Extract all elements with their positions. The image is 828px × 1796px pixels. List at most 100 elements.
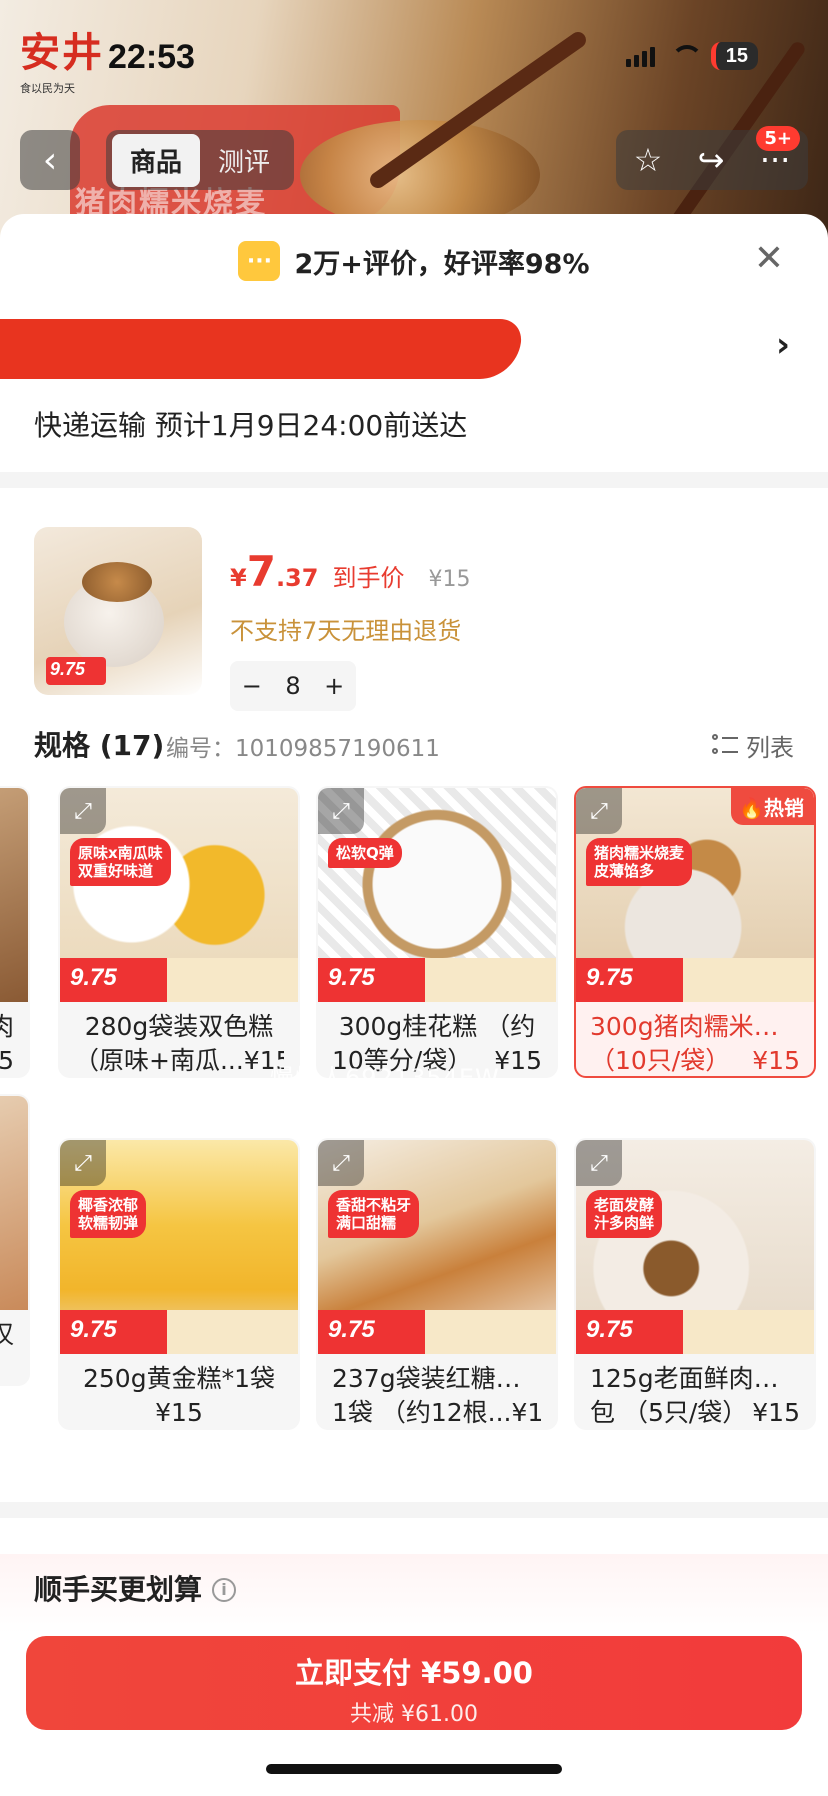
nav-actions: ☆ ↪ ··· 5+	[616, 126, 808, 190]
expand-icon[interactable]: ⤢	[60, 788, 106, 834]
card-promo: 原味x南瓜味 双重好味道	[70, 838, 171, 886]
card-title: 300g桂花糕 （约	[338, 1012, 536, 1041]
address-row[interactable]: ›	[0, 319, 828, 389]
expand-icon[interactable]: ⤢	[60, 1140, 106, 1186]
card-price-tag-value: 9.75	[328, 964, 375, 991]
pay-discount-label: 共减 ¥61.00	[350, 1702, 478, 1727]
nav-bar: ‹ 商品 测评 ☆ ↪ ··· 5+	[0, 126, 828, 190]
upsell-section: 顺手买更划算 i	[0, 1554, 828, 1634]
selected-product: 9.75 ¥ 7 .37 到手价 ¥15 不支持7天无理由退货 − 8 +	[34, 527, 794, 711]
card-price: ¥15	[494, 1046, 542, 1075]
share-icon[interactable]: ↪	[698, 141, 725, 179]
review-summary[interactable]: ··· 2万+评价，好评率98% ✕	[0, 236, 828, 286]
watermark: 慢慢人6921354EW	[270, 1064, 500, 1092]
product-hero-image: 安井 食以民为天 猪肉糯米烧麦	[0, 0, 828, 240]
card-subtitle: ¥15	[74, 1396, 284, 1428]
spec-card[interactable]: ⤢ 香甜不粘牙 满口甜糯 9.75 237g袋装红糖糍粑 1袋 （约12根...…	[316, 1138, 558, 1430]
card-promo: 老面发酵 汁多肉鲜	[586, 1190, 663, 1238]
tab-review[interactable]: 测评	[200, 134, 288, 187]
card-price-tag: 9.75	[576, 1310, 814, 1354]
card-price-tag-value: 9.75	[70, 964, 117, 991]
quantity-stepper: − 8 +	[230, 661, 356, 711]
card-price-tag-value: 9.75	[70, 1316, 117, 1343]
redacted-address	[0, 319, 525, 379]
card-title-line2: （原味+南瓜...	[74, 1046, 244, 1075]
fire-icon: 🔥	[739, 796, 764, 820]
spec-card[interactable]: ⤢ 老面发酵 汁多肉鲜 9.75 125g老面鲜肉小笼 包 （5只/袋） ¥15	[574, 1138, 816, 1430]
product-thumbnail[interactable]: 9.75	[34, 527, 202, 695]
card-title: 300g猪肉糯米烧麦	[590, 1012, 800, 1041]
chevron-right-icon[interactable]: ›	[776, 325, 790, 365]
star-icon[interactable]: ☆	[634, 141, 663, 179]
brand-slogan: 食以民为天	[20, 82, 75, 95]
card-promo: 椰香浓郁 软糯韧弹	[70, 1190, 147, 1238]
expand-icon[interactable]: ⤢	[318, 1140, 364, 1186]
spec-code: 编号：10109857190611	[166, 736, 440, 762]
price-label: 到手价	[332, 564, 405, 592]
expand-icon[interactable]: ⤢	[576, 788, 622, 834]
list-icon	[712, 733, 738, 758]
section-divider	[0, 472, 828, 488]
back-button[interactable]: ‹	[20, 130, 80, 190]
tab-product[interactable]: 商品	[112, 133, 201, 187]
spec-card-partial[interactable]: 汉	[0, 1094, 30, 1386]
expand-icon[interactable]: ⤢	[576, 1140, 622, 1186]
card-price: ¥15	[155, 1398, 203, 1427]
battery-indicator: 15	[710, 42, 758, 70]
card-price: ¥15	[752, 1398, 800, 1427]
spec-card-selected[interactable]: ⤢ 猪肉糯米烧麦 皮薄馅多 🔥热销 9.75 300g猪肉糯米烧麦 （10只/袋…	[574, 786, 816, 1078]
expand-icon[interactable]: ⤢	[318, 788, 364, 834]
purchase-sheet: ··· 2万+评价，好评率98% ✕ › 快递运输 预计1月9日24:00前送达…	[0, 214, 828, 1796]
price-symbol: ¥	[230, 564, 247, 592]
card-promo: 猪肉糯米烧麦 皮薄馅多	[586, 838, 693, 886]
card-title: 肉	[0, 1010, 14, 1044]
close-icon[interactable]: ✕	[754, 238, 784, 279]
status-bar: 22:53 15	[0, 38, 828, 78]
list-view-toggle[interactable]: 列表	[712, 728, 794, 763]
signal-icon	[625, 45, 655, 67]
spec-title: 规格 (17)	[34, 729, 165, 762]
thumb-filling	[82, 562, 152, 602]
card-title: 280g袋装双色糕	[84, 1012, 274, 1041]
card-title: 237g袋装红糖糍粑	[332, 1364, 542, 1393]
spec-card-partial[interactable]: 肉 15	[0, 786, 30, 1078]
card-title-line2: （10只/袋）	[590, 1046, 731, 1075]
increase-button[interactable]: +	[324, 672, 344, 700]
spec-header: 规格 (17) 编号：10109857190611 列表	[34, 724, 794, 764]
card-price-tag: 9.75	[60, 958, 298, 1002]
card-title: 汉	[0, 1318, 14, 1352]
card-price-tag-value: 9.75	[586, 1316, 633, 1343]
original-price: ¥15	[428, 567, 471, 592]
card-subtitle: 包 （5只/袋） ¥15	[590, 1396, 800, 1428]
decrease-button[interactable]: −	[242, 672, 262, 700]
card-subtitle: （原味+南瓜... ¥15	[74, 1044, 284, 1076]
spec-card[interactable]: ⤢ 原味x南瓜味 双重好味道 9.75 280g袋装双色糕 （原味+南瓜... …	[58, 786, 300, 1078]
upsell-title: 顺手买更划算 i	[34, 1568, 237, 1608]
quantity-value[interactable]: 8	[285, 672, 300, 700]
card-subtitle: （10只/袋） ¥15	[590, 1044, 800, 1076]
card-title: 250g黄金糕*1袋	[83, 1364, 275, 1393]
card-image	[0, 788, 28, 1002]
card-price-tag: 9.75	[60, 1310, 298, 1354]
card-price-tag-value: 9.75	[328, 1316, 375, 1343]
chat-icon: ···	[238, 241, 281, 281]
card-promo: 香甜不粘牙 满口甜糯	[328, 1190, 420, 1238]
pay-now-button[interactable]: 立即支付 ¥59.00 共减 ¥61.00	[26, 1636, 802, 1730]
thumb-price-tag: 9.75	[46, 657, 106, 685]
card-promo: 松软Q弹	[328, 838, 402, 868]
card-price: ¥15	[511, 1398, 542, 1427]
card-subtitle: 1袋 （约12根... ¥15	[332, 1396, 542, 1428]
card-price-tag-value: 9.75	[586, 964, 633, 991]
price-row: ¥ 7 .37 到手价 ¥15	[230, 547, 470, 596]
spec-card[interactable]: ⤢ 椰香浓郁 软糯韧弹 9.75 250g黄金糕*1袋 ¥15	[58, 1138, 300, 1430]
home-indicator[interactable]	[266, 1764, 562, 1774]
list-toggle-label: 列表	[746, 734, 794, 762]
message-badge: 5+	[756, 126, 800, 151]
card-price: 15	[0, 1044, 14, 1076]
nav-tabs: 商品 测评	[106, 130, 295, 190]
spec-card[interactable]: ⤢ 松软Q弹 9.75 300g桂花糕 （约 10等分/袋） ¥15	[316, 786, 558, 1078]
section-divider	[0, 1502, 828, 1518]
info-icon[interactable]: i	[212, 1577, 237, 1602]
status-icons: 15	[625, 42, 758, 70]
status-time: 22:53	[108, 38, 195, 76]
